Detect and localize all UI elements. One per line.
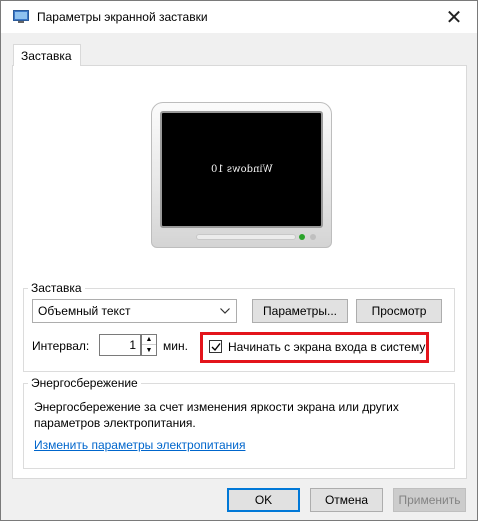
screensaver-settings-dialog: Параметры экранной заставки ✕ Заставка W… <box>0 0 478 521</box>
preview-button[interactable]: Просмотр <box>356 299 442 323</box>
spin-down-icon[interactable]: ▼ <box>142 345 156 355</box>
preview-screen-text: Windows 10 <box>210 164 273 175</box>
settings-button-label: Параметры... <box>263 304 337 318</box>
screensaver-group-label: Заставка <box>28 281 85 295</box>
apply-button[interactable]: Применить <box>393 488 466 512</box>
settings-button[interactable]: Параметры... <box>252 299 348 323</box>
interval-input[interactable]: 1 <box>99 334 141 356</box>
checkmark-icon <box>211 342 221 351</box>
power-group-label: Энергосбережение <box>28 376 141 390</box>
spin-up-icon[interactable]: ▲ <box>142 335 156 345</box>
monitor-button-icon <box>310 234 316 240</box>
apply-button-label: Применить <box>398 493 461 507</box>
close-icon: ✕ <box>445 4 463 29</box>
tab-screensaver[interactable]: Заставка <box>13 44 81 66</box>
chevron-down-icon <box>218 302 232 320</box>
interval-value: 1 <box>129 338 136 352</box>
preview-screen: Windows 10 <box>160 111 323 228</box>
power-settings-link[interactable]: Изменить параметры электропитания <box>34 438 245 452</box>
ok-button[interactable]: OK <box>227 488 300 512</box>
close-button[interactable]: ✕ <box>431 1 477 32</box>
screensaver-select[interactable]: Объемный текст <box>32 299 237 323</box>
tab-label: Заставка <box>21 49 72 63</box>
cancel-button-label: Отмена <box>324 493 369 507</box>
power-description: Энергосбережение за счет изменения яркос… <box>34 400 399 430</box>
window-title: Параметры экранной заставки <box>37 10 208 24</box>
preview-button-label: Просмотр <box>371 304 427 318</box>
interval-spinner[interactable]: ▲ ▼ <box>141 334 157 356</box>
monitor-slot <box>196 234 296 240</box>
ok-button-label: OK <box>254 493 273 507</box>
screensaver-select-value: Объемный текст <box>38 304 131 318</box>
interval-label: Интервал: <box>32 339 90 353</box>
monitor-preview: Windows 10 <box>151 102 332 248</box>
logon-checkbox[interactable] <box>209 340 222 353</box>
title-bar[interactable]: Параметры экранной заставки ✕ <box>1 1 477 33</box>
interval-unit: мин. <box>163 339 188 353</box>
display-settings-icon <box>13 10 29 23</box>
power-led-icon <box>299 234 305 240</box>
cancel-button[interactable]: Отмена <box>310 488 383 512</box>
logon-checkbox-label[interactable]: Начинать с экрана входа в систему <box>228 340 425 354</box>
